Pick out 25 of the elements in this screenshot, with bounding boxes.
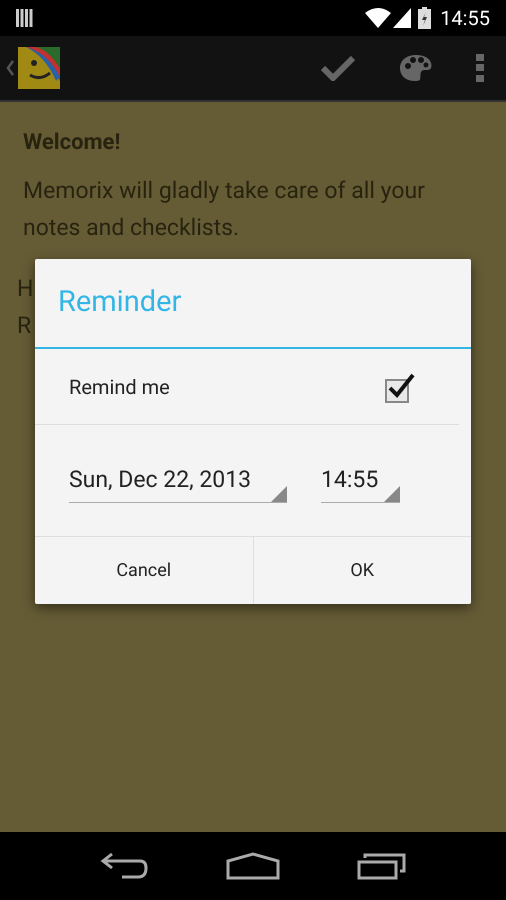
wifi-icon [365,8,392,28]
palette-icon [399,54,433,82]
battery-icon [418,7,432,29]
remind-me-label: Remind me [69,374,171,400]
back-arrow-icon [100,852,148,880]
note-text-fragment: R [17,312,32,339]
note-text-fragment: H [17,275,34,302]
status-time: 14:55 [440,5,490,32]
date-spinner[interactable]: Sun, Dec 22, 2013 [69,458,287,502]
note-text: Memorix will gladly take care of all your notes and checklists. [23,176,426,243]
house-outline-icon [226,852,280,880]
menu-icon [476,54,484,82]
back-caret-icon [6,60,14,76]
dialog-button[interactable]: Cancel [35,537,252,604]
note-title: Welcome! [23,129,122,157]
spinner-corner-icon [384,486,400,502]
dialog-button[interactable]: OK [252,537,471,604]
spinner-corner-icon [271,486,287,502]
app-logo-icon [18,47,60,89]
checkmark-icon [321,55,355,81]
notification-icon [16,9,33,27]
signal-icon [393,8,412,28]
dialog-title: Reminder [58,284,182,322]
time-spinner[interactable]: 14:55 [321,458,400,502]
stacked-rectangles-icon [356,852,407,880]
